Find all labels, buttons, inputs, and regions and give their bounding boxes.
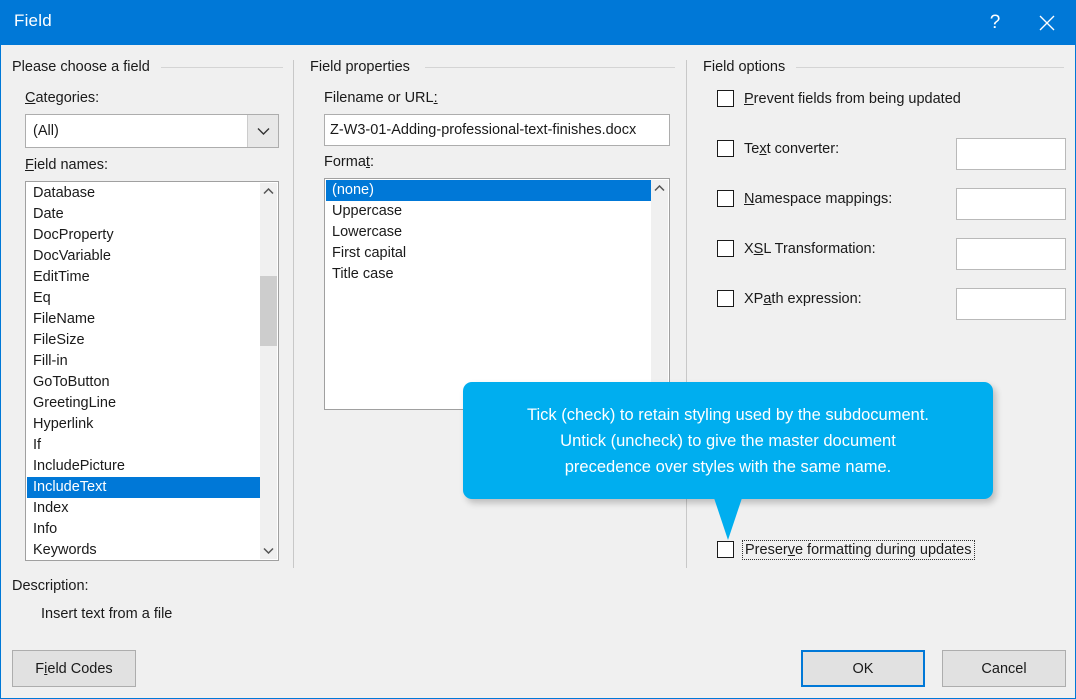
callout-line-1: Tick (check) to retain styling used by t… bbox=[527, 405, 929, 424]
field-name-item[interactable]: Eq bbox=[27, 288, 260, 309]
field-name-item[interactable]: Keywords bbox=[27, 540, 260, 560]
scrollbar-thumb[interactable] bbox=[260, 276, 277, 346]
cancel-button[interactable]: Cancel bbox=[942, 650, 1066, 687]
field-codes-button[interactable]: Field Codes bbox=[12, 650, 136, 687]
format-item[interactable]: First capital bbox=[326, 243, 651, 264]
option-row-text-converter[interactable]: Text converter: bbox=[717, 140, 839, 157]
field-name-item[interactable]: FileSize bbox=[27, 330, 260, 351]
format-listbox[interactable]: (none) Uppercase Lowercase First capital Tit… bbox=[324, 178, 670, 410]
field-options-group-title: Field options bbox=[703, 59, 793, 75]
format-label: Format: bbox=[324, 154, 374, 170]
prevent-fields-label: Prevent fields from being updated bbox=[744, 90, 961, 107]
option-row-namespace-mappings[interactable]: Namespace mappings: bbox=[717, 190, 892, 207]
option-row-preserve-formatting[interactable]: Preserve formatting during updates bbox=[717, 539, 975, 560]
prevent-fields-checkbox[interactable] bbox=[717, 90, 734, 107]
filename-label: Filename or URL: bbox=[324, 90, 438, 106]
field-names-items: Database Date DocProperty DocVariable EditTi… bbox=[27, 183, 260, 560]
panel-divider-left bbox=[293, 60, 294, 568]
preserve-formatting-checkbox[interactable] bbox=[717, 541, 734, 558]
field-name-item[interactable]: FileName bbox=[27, 309, 260, 330]
xsl-transformation-input[interactable] bbox=[956, 238, 1066, 270]
title-bar: Field ? bbox=[1, 0, 1075, 45]
field-name-item[interactable]: Date bbox=[27, 204, 260, 225]
scroll-up-arrow-icon[interactable] bbox=[260, 183, 277, 200]
field-names-listbox[interactable]: Database Date DocProperty DocVariable EditTi… bbox=[25, 181, 279, 561]
option-row-prevent-fields[interactable]: Prevent fields from being updated bbox=[717, 90, 961, 107]
chevron-down-icon[interactable] bbox=[247, 115, 278, 147]
field-names-scrollbar[interactable] bbox=[260, 183, 277, 559]
question-mark-icon: ? bbox=[989, 11, 1001, 33]
xsl-transformation-checkbox[interactable] bbox=[717, 240, 734, 257]
close-icon bbox=[1039, 15, 1055, 31]
field-name-item[interactable]: Database bbox=[27, 183, 260, 204]
field-name-item[interactable]: IncludeText bbox=[27, 477, 260, 498]
field-properties-group-rule bbox=[425, 67, 675, 68]
text-converter-input[interactable] bbox=[956, 138, 1066, 170]
namespace-mappings-label: Namespace mappings: bbox=[744, 190, 893, 207]
xpath-expression-label: XPath expression: bbox=[744, 290, 862, 307]
format-item[interactable]: Uppercase bbox=[326, 201, 651, 222]
callout-text: Tick (check) to retain styling used by t… bbox=[511, 402, 945, 480]
format-scrollbar[interactable] bbox=[651, 180, 668, 408]
namespace-mappings-input[interactable] bbox=[956, 188, 1066, 220]
field-codes-label: Field Codes bbox=[35, 660, 113, 677]
text-converter-checkbox[interactable] bbox=[717, 140, 734, 157]
help-button[interactable]: ? bbox=[972, 0, 1018, 45]
format-items: (none) Uppercase Lowercase First capital Tit… bbox=[326, 180, 651, 285]
scroll-down-arrow-icon[interactable] bbox=[260, 542, 277, 559]
field-properties-group-title: Field properties bbox=[310, 59, 417, 75]
format-item[interactable]: Lowercase bbox=[326, 222, 651, 243]
text-converter-label: Text converter: bbox=[744, 140, 840, 157]
categories-combobox[interactable]: (All) bbox=[25, 114, 279, 148]
xpath-expression-input[interactable] bbox=[956, 288, 1066, 320]
field-name-item[interactable]: DocProperty bbox=[27, 225, 260, 246]
field-dialog: Field ? Please choose a field Categories… bbox=[0, 0, 1076, 699]
field-name-item[interactable]: DocVariable bbox=[27, 246, 260, 267]
categories-label: Categories: bbox=[25, 90, 100, 106]
ok-button[interactable]: OK bbox=[801, 650, 925, 687]
callout-line-2: Untick (uncheck) to give the master docu… bbox=[560, 431, 896, 450]
field-name-item[interactable]: Hyperlink bbox=[27, 414, 260, 435]
option-row-xsl-transformation[interactable]: XSL Transformation: bbox=[717, 240, 876, 257]
preserve-formatting-label: Preserve formatting during updates bbox=[742, 539, 975, 560]
choose-field-group-rule bbox=[161, 67, 283, 68]
field-name-item[interactable]: EditTime bbox=[27, 267, 260, 288]
field-name-item[interactable]: Info bbox=[27, 519, 260, 540]
callout-line-3: precedence over styles with the same nam… bbox=[564, 457, 892, 476]
close-button[interactable] bbox=[1024, 0, 1070, 45]
format-item[interactable]: (none) bbox=[326, 180, 651, 201]
field-options-group-rule bbox=[796, 67, 1064, 68]
option-row-xpath-expression[interactable]: XPath expression: bbox=[717, 290, 862, 307]
choose-field-group-title: Please choose a field bbox=[12, 59, 157, 75]
callout-tail-icon bbox=[714, 498, 742, 540]
filename-input[interactable]: Z-W3-01-Adding-professional-text-finishe… bbox=[324, 114, 670, 146]
format-item[interactable]: Title case bbox=[326, 264, 651, 285]
namespace-mappings-checkbox[interactable] bbox=[717, 190, 734, 207]
window-title: Field bbox=[14, 11, 52, 30]
xsl-transformation-label: XSL Transformation: bbox=[744, 240, 876, 257]
xpath-expression-checkbox[interactable] bbox=[717, 290, 734, 307]
field-name-item[interactable]: IncludePicture bbox=[27, 456, 260, 477]
field-name-item[interactable]: If bbox=[27, 435, 260, 456]
field-name-item[interactable]: Index bbox=[27, 498, 260, 519]
description-label: Description: bbox=[12, 578, 89, 594]
callout-tooltip: Tick (check) to retain styling used by t… bbox=[463, 382, 993, 499]
field-name-item[interactable]: Fill-in bbox=[27, 351, 260, 372]
categories-value: (All) bbox=[33, 123, 59, 139]
format-scroll-up-arrow-icon[interactable] bbox=[651, 180, 668, 197]
field-name-item[interactable]: GoToButton bbox=[27, 372, 260, 393]
field-name-item[interactable]: GreetingLine bbox=[27, 393, 260, 414]
field-names-label: Field names: bbox=[25, 157, 109, 173]
description-value: Insert text from a file bbox=[41, 606, 173, 622]
